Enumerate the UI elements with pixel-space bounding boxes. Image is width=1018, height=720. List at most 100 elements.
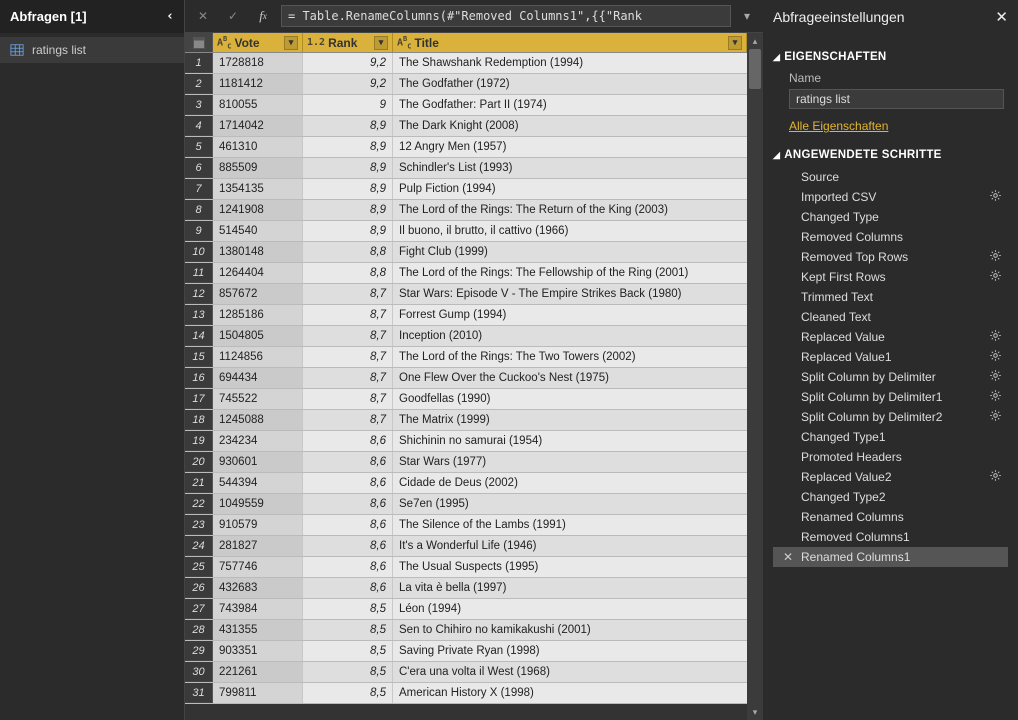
cell-vote[interactable]: 221261: [213, 662, 303, 682]
cell-title[interactable]: The Lord of the Rings: The Return of the…: [393, 200, 747, 220]
gear-icon[interactable]: [989, 189, 1002, 205]
all-properties-link[interactable]: Alle Eigenschaften: [789, 119, 888, 133]
cell-vote[interactable]: 810055: [213, 95, 303, 115]
cell-title[interactable]: Il buono, il brutto, il cattivo (1966): [393, 221, 747, 241]
cell-title[interactable]: One Flew Over the Cuckoo's Nest (1975): [393, 368, 747, 388]
gear-icon[interactable]: [989, 249, 1002, 265]
applied-step[interactable]: ✕Removed Top Rows: [773, 247, 1008, 267]
cell-rank[interactable]: 8,9: [303, 137, 393, 157]
cell-title[interactable]: Saving Private Ryan (1998): [393, 641, 747, 661]
cell-rank[interactable]: 8,6: [303, 494, 393, 514]
cell-title[interactable]: Star Wars: Episode V - The Empire Strike…: [393, 284, 747, 304]
cell-rank[interactable]: 8,7: [303, 389, 393, 409]
table-row[interactable]: 1013801488,8Fight Club (1999): [185, 242, 747, 263]
gear-icon[interactable]: [989, 389, 1002, 405]
grid-scrollbar[interactable]: ▴ ▾: [747, 33, 763, 720]
cell-rank[interactable]: 8,6: [303, 515, 393, 535]
applied-step[interactable]: ✕Cleaned Text: [773, 307, 1008, 327]
cell-rank[interactable]: 9,2: [303, 53, 393, 73]
column-header-title[interactable]: ABC Title ▾: [393, 33, 747, 52]
cell-vote[interactable]: 910579: [213, 515, 303, 535]
table-row[interactable]: 2210495598,6Se7en (1995): [185, 494, 747, 515]
cell-title[interactable]: The Usual Suspects (1995): [393, 557, 747, 577]
cell-vote[interactable]: 1241908: [213, 200, 303, 220]
gear-icon[interactable]: [989, 369, 1002, 385]
collapse-queries-icon[interactable]: ‹: [166, 9, 174, 24]
applied-step[interactable]: ✕Removed Columns1: [773, 527, 1008, 547]
table-row[interactable]: 242818278,6It's a Wonderful Life (1946): [185, 536, 747, 557]
cell-title[interactable]: Inception (2010): [393, 326, 747, 346]
table-row[interactable]: 284313558,5Sen to Chihiro no kamikakushi…: [185, 620, 747, 641]
applied-step[interactable]: ✕Split Column by Delimiter2: [773, 407, 1008, 427]
table-row[interactable]: 1812450888,7The Matrix (1999): [185, 410, 747, 431]
cell-vote[interactable]: 544394: [213, 473, 303, 493]
table-row[interactable]: 257577468,6The Usual Suspects (1995): [185, 557, 747, 578]
table-row[interactable]: 192342348,6Shichinin no samurai (1954): [185, 431, 747, 452]
cell-title[interactable]: Se7en (1995): [393, 494, 747, 514]
cell-rank[interactable]: 8,6: [303, 452, 393, 472]
cell-title[interactable]: Cidade de Deus (2002): [393, 473, 747, 493]
cell-title[interactable]: C'era una volta il West (1968): [393, 662, 747, 682]
table-row[interactable]: 117288189,2The Shawshank Redemption (199…: [185, 53, 747, 74]
gear-icon[interactable]: [989, 469, 1002, 485]
table-row[interactable]: 302212618,5C'era una volta il West (1968…: [185, 662, 747, 683]
table-row[interactable]: 264326838,6La vita è bella (1997): [185, 578, 747, 599]
cell-vote[interactable]: 885509: [213, 158, 303, 178]
cell-vote[interactable]: 903351: [213, 641, 303, 661]
gear-icon[interactable]: [989, 349, 1002, 365]
column-filter-dropdown[interactable]: ▾: [728, 36, 742, 50]
cell-title[interactable]: Sen to Chihiro no kamikakushi (2001): [393, 620, 747, 640]
select-table-button[interactable]: [185, 33, 213, 52]
cell-rank[interactable]: 8,7: [303, 410, 393, 430]
delete-step-icon[interactable]: ✕: [783, 550, 793, 564]
column-filter-dropdown[interactable]: ▾: [284, 36, 298, 50]
cell-rank[interactable]: 8,9: [303, 200, 393, 220]
cell-title[interactable]: It's a Wonderful Life (1946): [393, 536, 747, 556]
cell-title[interactable]: Schindler's List (1993): [393, 158, 747, 178]
applied-step[interactable]: ✕Imported CSV: [773, 187, 1008, 207]
table-row[interactable]: 1112644048,8The Lord of the Rings: The F…: [185, 263, 747, 284]
cell-rank[interactable]: 8,7: [303, 284, 393, 304]
cell-title[interactable]: The Lord of the Rings: The Fellowship of…: [393, 263, 747, 283]
cell-rank[interactable]: 9: [303, 95, 393, 115]
table-row[interactable]: 54613108,912 Angry Men (1957): [185, 137, 747, 158]
table-row[interactable]: 317998118,5American History X (1998): [185, 683, 747, 704]
cell-rank[interactable]: 8,7: [303, 347, 393, 367]
query-item[interactable]: ratings list: [0, 37, 184, 63]
cell-rank[interactable]: 8,6: [303, 578, 393, 598]
applied-step[interactable]: ✕Renamed Columns1: [773, 547, 1008, 567]
applied-step[interactable]: ✕Changed Type1: [773, 427, 1008, 447]
cell-title[interactable]: The Matrix (1999): [393, 410, 747, 430]
cell-title[interactable]: The Godfather: Part II (1974): [393, 95, 747, 115]
cell-rank[interactable]: 8,7: [303, 368, 393, 388]
cell-rank[interactable]: 8,7: [303, 305, 393, 325]
cell-rank[interactable]: 8,6: [303, 431, 393, 451]
expand-formula-icon[interactable]: ▾: [737, 5, 757, 27]
cell-vote[interactable]: 281827: [213, 536, 303, 556]
cell-vote[interactable]: 1380148: [213, 242, 303, 262]
cell-vote[interactable]: 799811: [213, 683, 303, 703]
cell-title[interactable]: The Lord of the Rings: The Two Towers (2…: [393, 347, 747, 367]
table-row[interactable]: 277439848,5Léon (1994): [185, 599, 747, 620]
cell-vote[interactable]: 431355: [213, 620, 303, 640]
cell-title[interactable]: Fight Club (1999): [393, 242, 747, 262]
scroll-up-icon[interactable]: ▴: [747, 33, 763, 49]
table-row[interactable]: 812419088,9The Lord of the Rings: The Re…: [185, 200, 747, 221]
cell-rank[interactable]: 8,8: [303, 242, 393, 262]
applied-step[interactable]: ✕Source: [773, 167, 1008, 187]
applied-step[interactable]: ✕Replaced Value1: [773, 347, 1008, 367]
cell-title[interactable]: La vita è bella (1997): [393, 578, 747, 598]
table-row[interactable]: 128576728,7Star Wars: Episode V - The Em…: [185, 284, 747, 305]
cell-rank[interactable]: 8,9: [303, 221, 393, 241]
cell-vote[interactable]: 1714042: [213, 116, 303, 136]
cell-title[interactable]: Star Wars (1977): [393, 452, 747, 472]
cell-vote[interactable]: 857672: [213, 284, 303, 304]
column-filter-dropdown[interactable]: ▾: [374, 36, 388, 50]
cell-rank[interactable]: 8,5: [303, 599, 393, 619]
commit-formula-icon[interactable]: ✓: [221, 4, 245, 28]
table-row[interactable]: 713541358,9Pulp Fiction (1994): [185, 179, 747, 200]
formula-input[interactable]: = Table.RenameColumns(#"Removed Columns1…: [281, 5, 731, 27]
table-row[interactable]: 299033518,5Saving Private Ryan (1998): [185, 641, 747, 662]
cell-rank[interactable]: 8,5: [303, 641, 393, 661]
applied-step[interactable]: ✕Kept First Rows: [773, 267, 1008, 287]
